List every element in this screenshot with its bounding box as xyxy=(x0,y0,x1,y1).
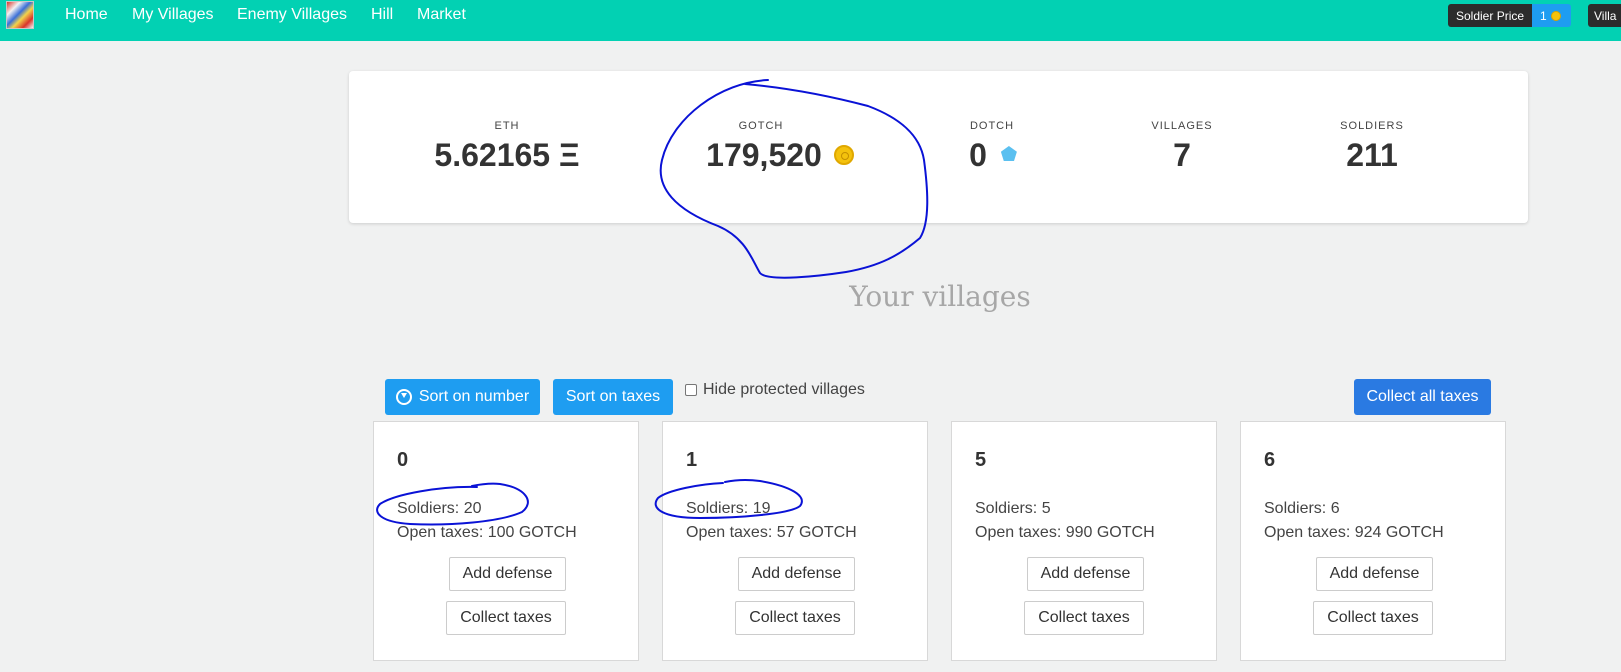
sort-on-taxes-button[interactable]: Sort on taxes xyxy=(553,379,673,415)
add-defense-button[interactable]: Add defense xyxy=(1316,557,1433,591)
village-open-taxes: Open taxes: 57 GOTCH xyxy=(686,524,857,541)
stat-soldiers-label: SOLDIERS xyxy=(1340,120,1404,132)
stat-soldiers-value: 211 xyxy=(1346,137,1398,173)
hide-protected-label[interactable]: Hide protected villages xyxy=(703,381,865,399)
stat-dotch-label: DOTCH xyxy=(969,120,1015,132)
add-defense-button[interactable]: Add defense xyxy=(449,557,566,591)
village-open-taxes: Open taxes: 924 GOTCH xyxy=(1264,524,1444,541)
add-defense-button[interactable]: Add defense xyxy=(738,557,855,591)
stat-dotch-value: 0 xyxy=(969,137,987,173)
village-number: 6 xyxy=(1264,449,1276,471)
section-title: Your villages xyxy=(849,280,1031,313)
stat-villages-label: VILLAGES xyxy=(1151,120,1213,132)
village-number: 1 xyxy=(686,449,698,471)
gotch-coin-icon xyxy=(833,144,854,165)
collect-taxes-button[interactable]: Collect taxes xyxy=(1313,601,1433,635)
app-logo-icon[interactable] xyxy=(6,1,34,29)
soldier-price-badge: Soldier Price 1 xyxy=(1448,4,1571,27)
village-soldiers: Soldiers: 5 xyxy=(975,500,1051,517)
gotch-coin-icon xyxy=(1550,10,1561,21)
stats-card: ETH 5.62165 Ξ GOTCH 179,520 DOTCH 0 VILL… xyxy=(349,71,1528,223)
nav-link-hill[interactable]: Hill xyxy=(371,6,393,24)
top-navbar: Home My Villages Enemy Villages Hill Mar… xyxy=(0,0,1621,41)
collect-taxes-button[interactable]: Collect taxes xyxy=(446,601,566,635)
hide-protected-checkbox[interactable] xyxy=(685,384,697,396)
hide-protected-toggle: Hide protected villages xyxy=(685,381,865,399)
stat-villages-value: 7 xyxy=(1173,137,1191,173)
collect-all-taxes-button[interactable]: Collect all taxes xyxy=(1354,379,1491,415)
nav-link-my-villages[interactable]: My Villages xyxy=(132,6,214,24)
village-open-taxes: Open taxes: 990 GOTCH xyxy=(975,524,1155,541)
nav-link-enemy-villages[interactable]: Enemy Villages xyxy=(237,6,347,24)
stat-gotch-label: GOTCH xyxy=(738,120,784,132)
villages-badge: Villa xyxy=(1588,4,1621,27)
add-defense-button[interactable]: Add defense xyxy=(1027,557,1144,591)
collect-taxes-button[interactable]: Collect taxes xyxy=(735,601,855,635)
soldier-price-value: 1 xyxy=(1532,4,1571,27)
village-soldiers: Soldiers: 6 xyxy=(1264,500,1340,517)
soldier-price-label: Soldier Price xyxy=(1448,4,1533,27)
village-card: 0 Soldiers: 20 Open taxes: 100 GOTCH Add… xyxy=(373,421,639,661)
village-number: 0 xyxy=(397,449,409,471)
stat-eth-label: ETH xyxy=(494,120,520,132)
nav-link-market[interactable]: Market xyxy=(417,6,466,24)
village-open-taxes: Open taxes: 100 GOTCH xyxy=(397,524,577,541)
sort-on-number-label: Sort on number xyxy=(418,388,530,405)
village-number: 5 xyxy=(975,449,987,471)
stat-dotch-value-row: 0 xyxy=(927,137,1057,174)
sort-on-number-button[interactable]: Sort on number xyxy=(385,379,540,415)
collect-taxes-button[interactable]: Collect taxes xyxy=(1024,601,1144,635)
nav-link-home[interactable]: Home xyxy=(65,6,108,24)
village-card: 6 Soldiers: 6 Open taxes: 924 GOTCH Add … xyxy=(1240,421,1506,661)
dotch-gem-icon xyxy=(1000,146,1017,162)
village-card: 1 Soldiers: 19 Open taxes: 57 GOTCH Add … xyxy=(662,421,928,661)
village-soldiers: Soldiers: 20 xyxy=(397,500,482,517)
arrow-down-circle-icon xyxy=(395,389,412,405)
stat-gotch-value: 179,520 xyxy=(706,137,822,173)
stat-eth-value: 5.62165 Ξ xyxy=(434,137,580,173)
village-soldiers: Soldiers: 19 xyxy=(686,500,771,517)
stat-gotch-value-row: 179,520 xyxy=(661,137,861,174)
soldier-price-amount: 1 xyxy=(1540,8,1547,23)
village-card: 5 Soldiers: 5 Open taxes: 990 GOTCH Add … xyxy=(951,421,1217,661)
